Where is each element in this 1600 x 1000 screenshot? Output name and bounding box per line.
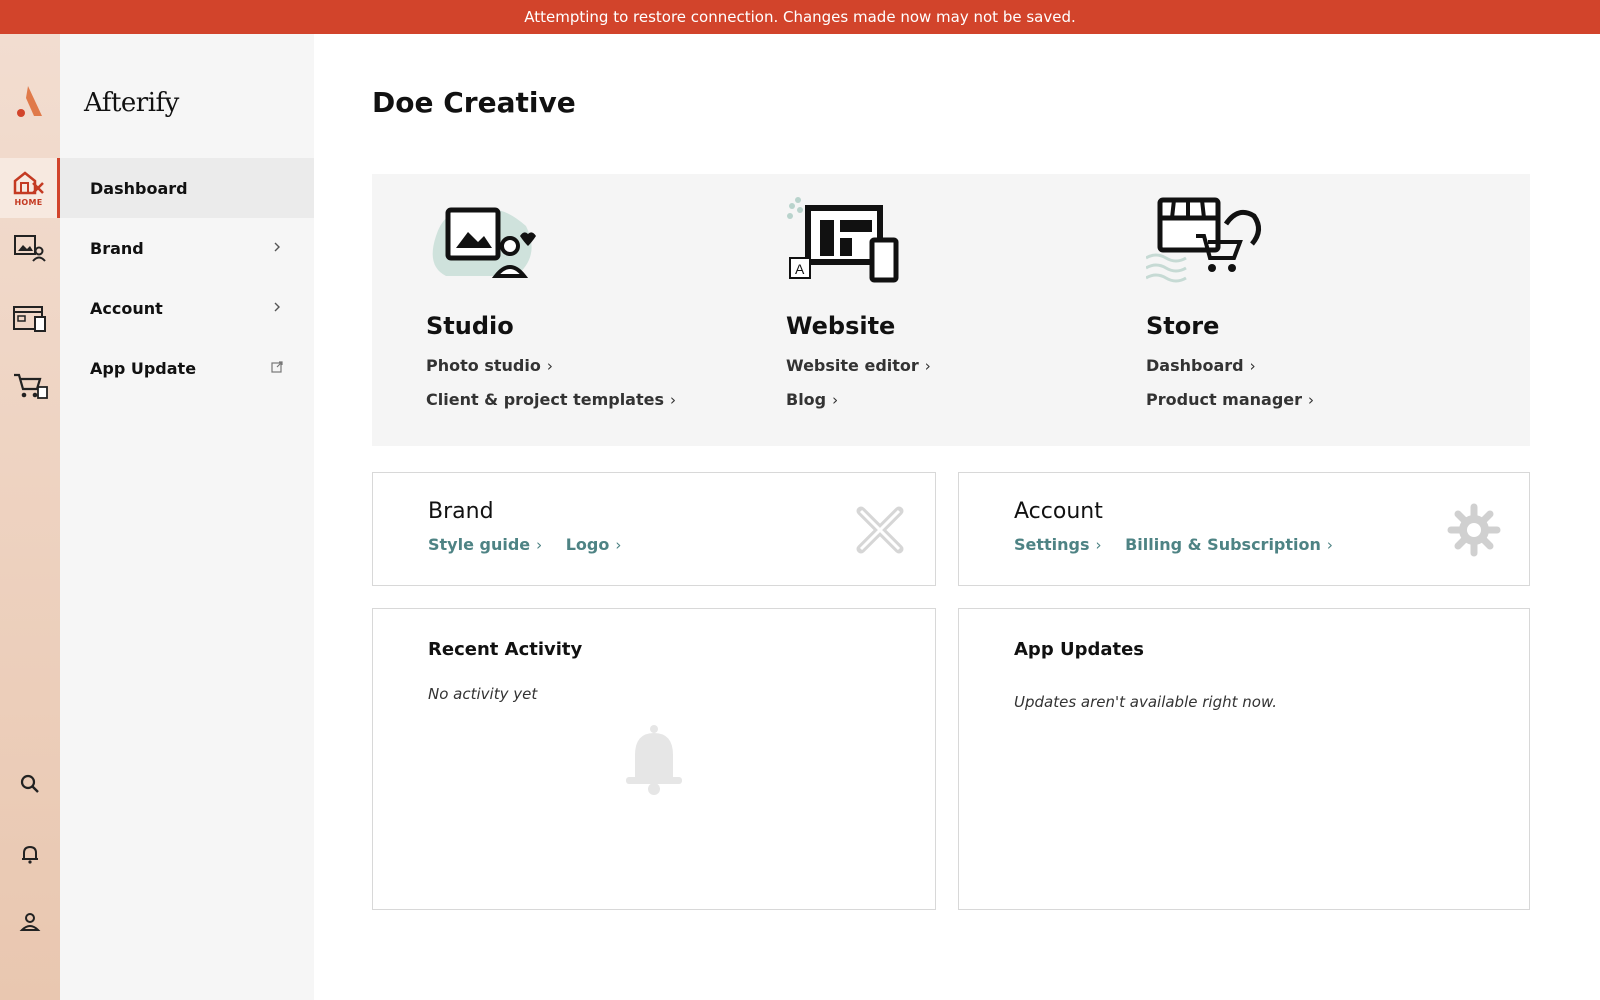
chevron-right-icon — [274, 302, 280, 312]
brand-wordmark[interactable]: Afterify — [84, 88, 179, 118]
rail-home-label: HOME — [14, 198, 43, 207]
studio-illustration-icon — [432, 207, 536, 278]
website-editor-link[interactable]: Website editor › — [786, 356, 931, 375]
app-updates-title: App Updates — [1014, 639, 1145, 660]
external-link-icon — [271, 361, 283, 373]
home-icon — [13, 171, 44, 195]
brand-card-links: Style guide › Logo › — [428, 535, 639, 554]
settings-link[interactable]: Settings › — [1014, 535, 1102, 554]
website-icon — [13, 306, 46, 332]
main-content: Doe Creative Studio Photo studio › Client… — [314, 34, 1600, 1000]
account-card: Account Settings › Billing & Subscription… — [958, 472, 1530, 586]
sidebar-item-dashboard[interactable]: Dashboard — [60, 158, 314, 218]
rail-profile-button[interactable] — [10, 902, 50, 942]
rail-studio-button[interactable] — [10, 228, 50, 268]
rail-search-button[interactable] — [10, 764, 50, 804]
account-card-links: Settings › Billing & Subscription › — [1014, 535, 1351, 554]
store-cart-icon — [14, 373, 48, 399]
bell-icon — [22, 845, 38, 864]
svg-text:A: A — [795, 261, 805, 277]
website-illustration-icon: A — [787, 197, 899, 283]
templates-link[interactable]: Client & project templates › — [426, 390, 676, 409]
store-title: Store — [1146, 312, 1220, 340]
sidebar-item-app-update[interactable]: App Update — [60, 338, 314, 398]
user-icon — [19, 913, 41, 931]
sidebar: Afterify Dashboard Brand Account App Upd… — [60, 34, 314, 1000]
account-card-title: Account — [1014, 499, 1103, 524]
recent-activity-empty: No activity yet — [428, 685, 538, 703]
studio-icon — [14, 235, 46, 262]
store-dashboard-link[interactable]: Dashboard › — [1146, 356, 1256, 375]
rail-home-button[interactable]: HOME — [0, 158, 60, 218]
product-manager-link[interactable]: Product manager › — [1146, 390, 1314, 409]
search-icon — [20, 774, 39, 793]
rail-store-button[interactable] — [10, 366, 50, 406]
website-title: Website — [786, 312, 896, 340]
icon-rail: HOME — [0, 34, 60, 1000]
website-section: A Website Website editor › Blog › — [786, 174, 1146, 446]
design-tools-icon — [856, 506, 904, 554]
recent-activity-title: Recent Activity — [428, 639, 583, 660]
sidebar-item-brand[interactable]: Brand — [60, 218, 314, 278]
brand-card-title: Brand — [428, 499, 494, 524]
billing-link[interactable]: Billing & Subscription › — [1125, 535, 1333, 554]
blog-link[interactable]: Blog › — [786, 390, 838, 409]
brand-card: Brand Style guide › Logo › — [372, 472, 936, 586]
bell-empty-icon — [626, 725, 682, 795]
sidebar-item-label: Account — [90, 298, 163, 318]
sidebar-item-account[interactable]: Account — [60, 278, 314, 338]
rail-website-button[interactable] — [10, 298, 50, 338]
page-title: Doe Creative — [372, 86, 576, 119]
app-logo-icon[interactable] — [14, 84, 44, 120]
sidebar-item-label: Dashboard — [90, 178, 188, 198]
app-updates-card: App Updates Updates aren't available rig… — [958, 608, 1530, 910]
style-guide-link[interactable]: Style guide › — [428, 535, 542, 554]
connection-warning-banner: Attempting to restore connection. Change… — [0, 0, 1600, 34]
store-illustration-icon — [1146, 197, 1261, 283]
banner-text: Attempting to restore connection. Change… — [524, 8, 1076, 26]
recent-activity-card: Recent Activity No activity yet — [372, 608, 936, 910]
logo-link[interactable]: Logo › — [566, 535, 622, 554]
sidebar-item-label: App Update — [90, 358, 197, 378]
apps-panel: Studio Photo studio › Client & project te… — [372, 174, 1530, 446]
sidebar-item-label: Brand — [90, 238, 144, 258]
gear-icon — [1447, 503, 1501, 557]
app-updates-empty: Updates aren't available right now. — [1014, 693, 1278, 711]
chevron-right-icon — [274, 242, 280, 252]
photo-studio-link[interactable]: Photo studio › — [426, 356, 553, 375]
studio-title: Studio — [426, 312, 514, 340]
studio-section: Studio Photo studio › Client & project te… — [426, 174, 786, 446]
rail-notifications-button[interactable] — [10, 834, 50, 874]
store-section: Store Dashboard › Product manager › — [1146, 174, 1506, 446]
